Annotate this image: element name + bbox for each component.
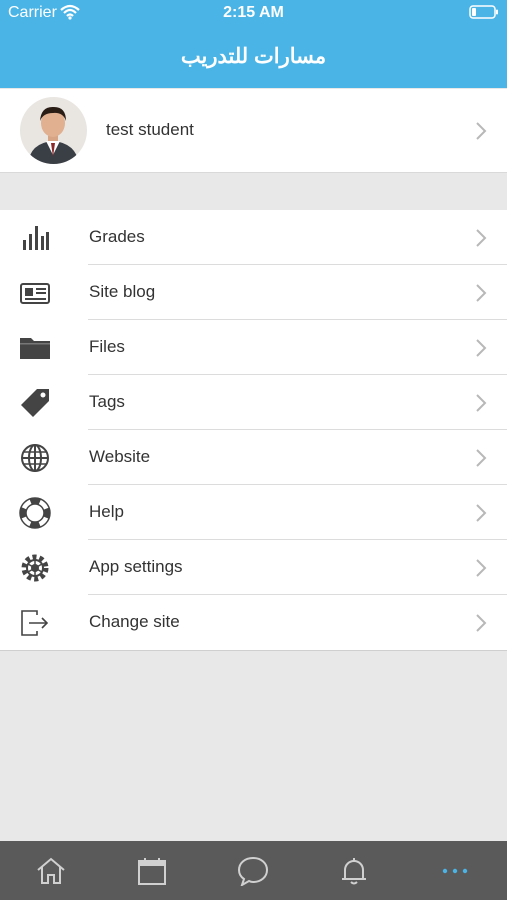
header-bar: مسارات للتدريب [0, 26, 507, 88]
menu-list: Grades Site blog Files Tags Website Help… [0, 210, 507, 651]
menu-item-app-settings[interactable]: App settings [0, 540, 507, 595]
globe-icon [19, 442, 51, 474]
tab-calendar[interactable] [101, 841, 202, 900]
gear-icon [19, 552, 51, 584]
chevron-right-icon [475, 393, 487, 413]
menu-item-website[interactable]: Website [0, 430, 507, 485]
tag-icon [19, 387, 51, 419]
tab-bar [0, 841, 507, 900]
status-bar: Carrier 2:15 AM [0, 0, 507, 26]
user-avatar [20, 97, 87, 164]
chevron-right-icon [475, 558, 487, 578]
folder-icon [19, 332, 51, 364]
menu-item-label: Tags [89, 392, 125, 411]
menu-item-grades[interactable]: Grades [0, 210, 507, 265]
menu-item-tags[interactable]: Tags [0, 375, 507, 430]
battery-icon [469, 5, 499, 24]
chevron-right-icon [475, 613, 487, 633]
menu-item-files[interactable]: Files [0, 320, 507, 375]
tab-more[interactable] [404, 841, 505, 900]
menu-item-change-site[interactable]: Change site [0, 595, 507, 650]
menu-item-label: Site blog [89, 282, 156, 301]
status-time: 2:15 AM [223, 4, 284, 21]
menu-item-help[interactable]: Help [0, 485, 507, 540]
chevron-right-icon [475, 228, 487, 248]
bar-chart-icon [19, 222, 51, 254]
chevron-right-icon [475, 283, 487, 303]
lifebuoy-icon [19, 497, 51, 529]
menu-item-label: App settings [89, 557, 183, 576]
newspaper-icon [19, 277, 51, 309]
chevron-right-icon [475, 121, 487, 141]
menu-item-label: Grades [89, 227, 145, 246]
logout-icon [19, 607, 51, 639]
profile-row[interactable]: test student [0, 89, 507, 173]
page-title: مسارات للتدريب [180, 45, 327, 68]
menu-item-label: Change site [89, 612, 180, 631]
profile-name: test student [106, 120, 194, 139]
menu-item-label: Files [89, 337, 125, 356]
menu-item-label: Website [89, 447, 151, 466]
chevron-right-icon [475, 448, 487, 468]
chevron-right-icon [475, 338, 487, 358]
chevron-right-icon [475, 503, 487, 523]
tab-home[interactable] [0, 841, 101, 900]
menu-item-site-blog[interactable]: Site blog [0, 265, 507, 320]
tab-messages[interactable] [202, 841, 303, 900]
tab-notifications[interactable] [303, 841, 404, 900]
menu-item-label: Help [89, 502, 124, 521]
